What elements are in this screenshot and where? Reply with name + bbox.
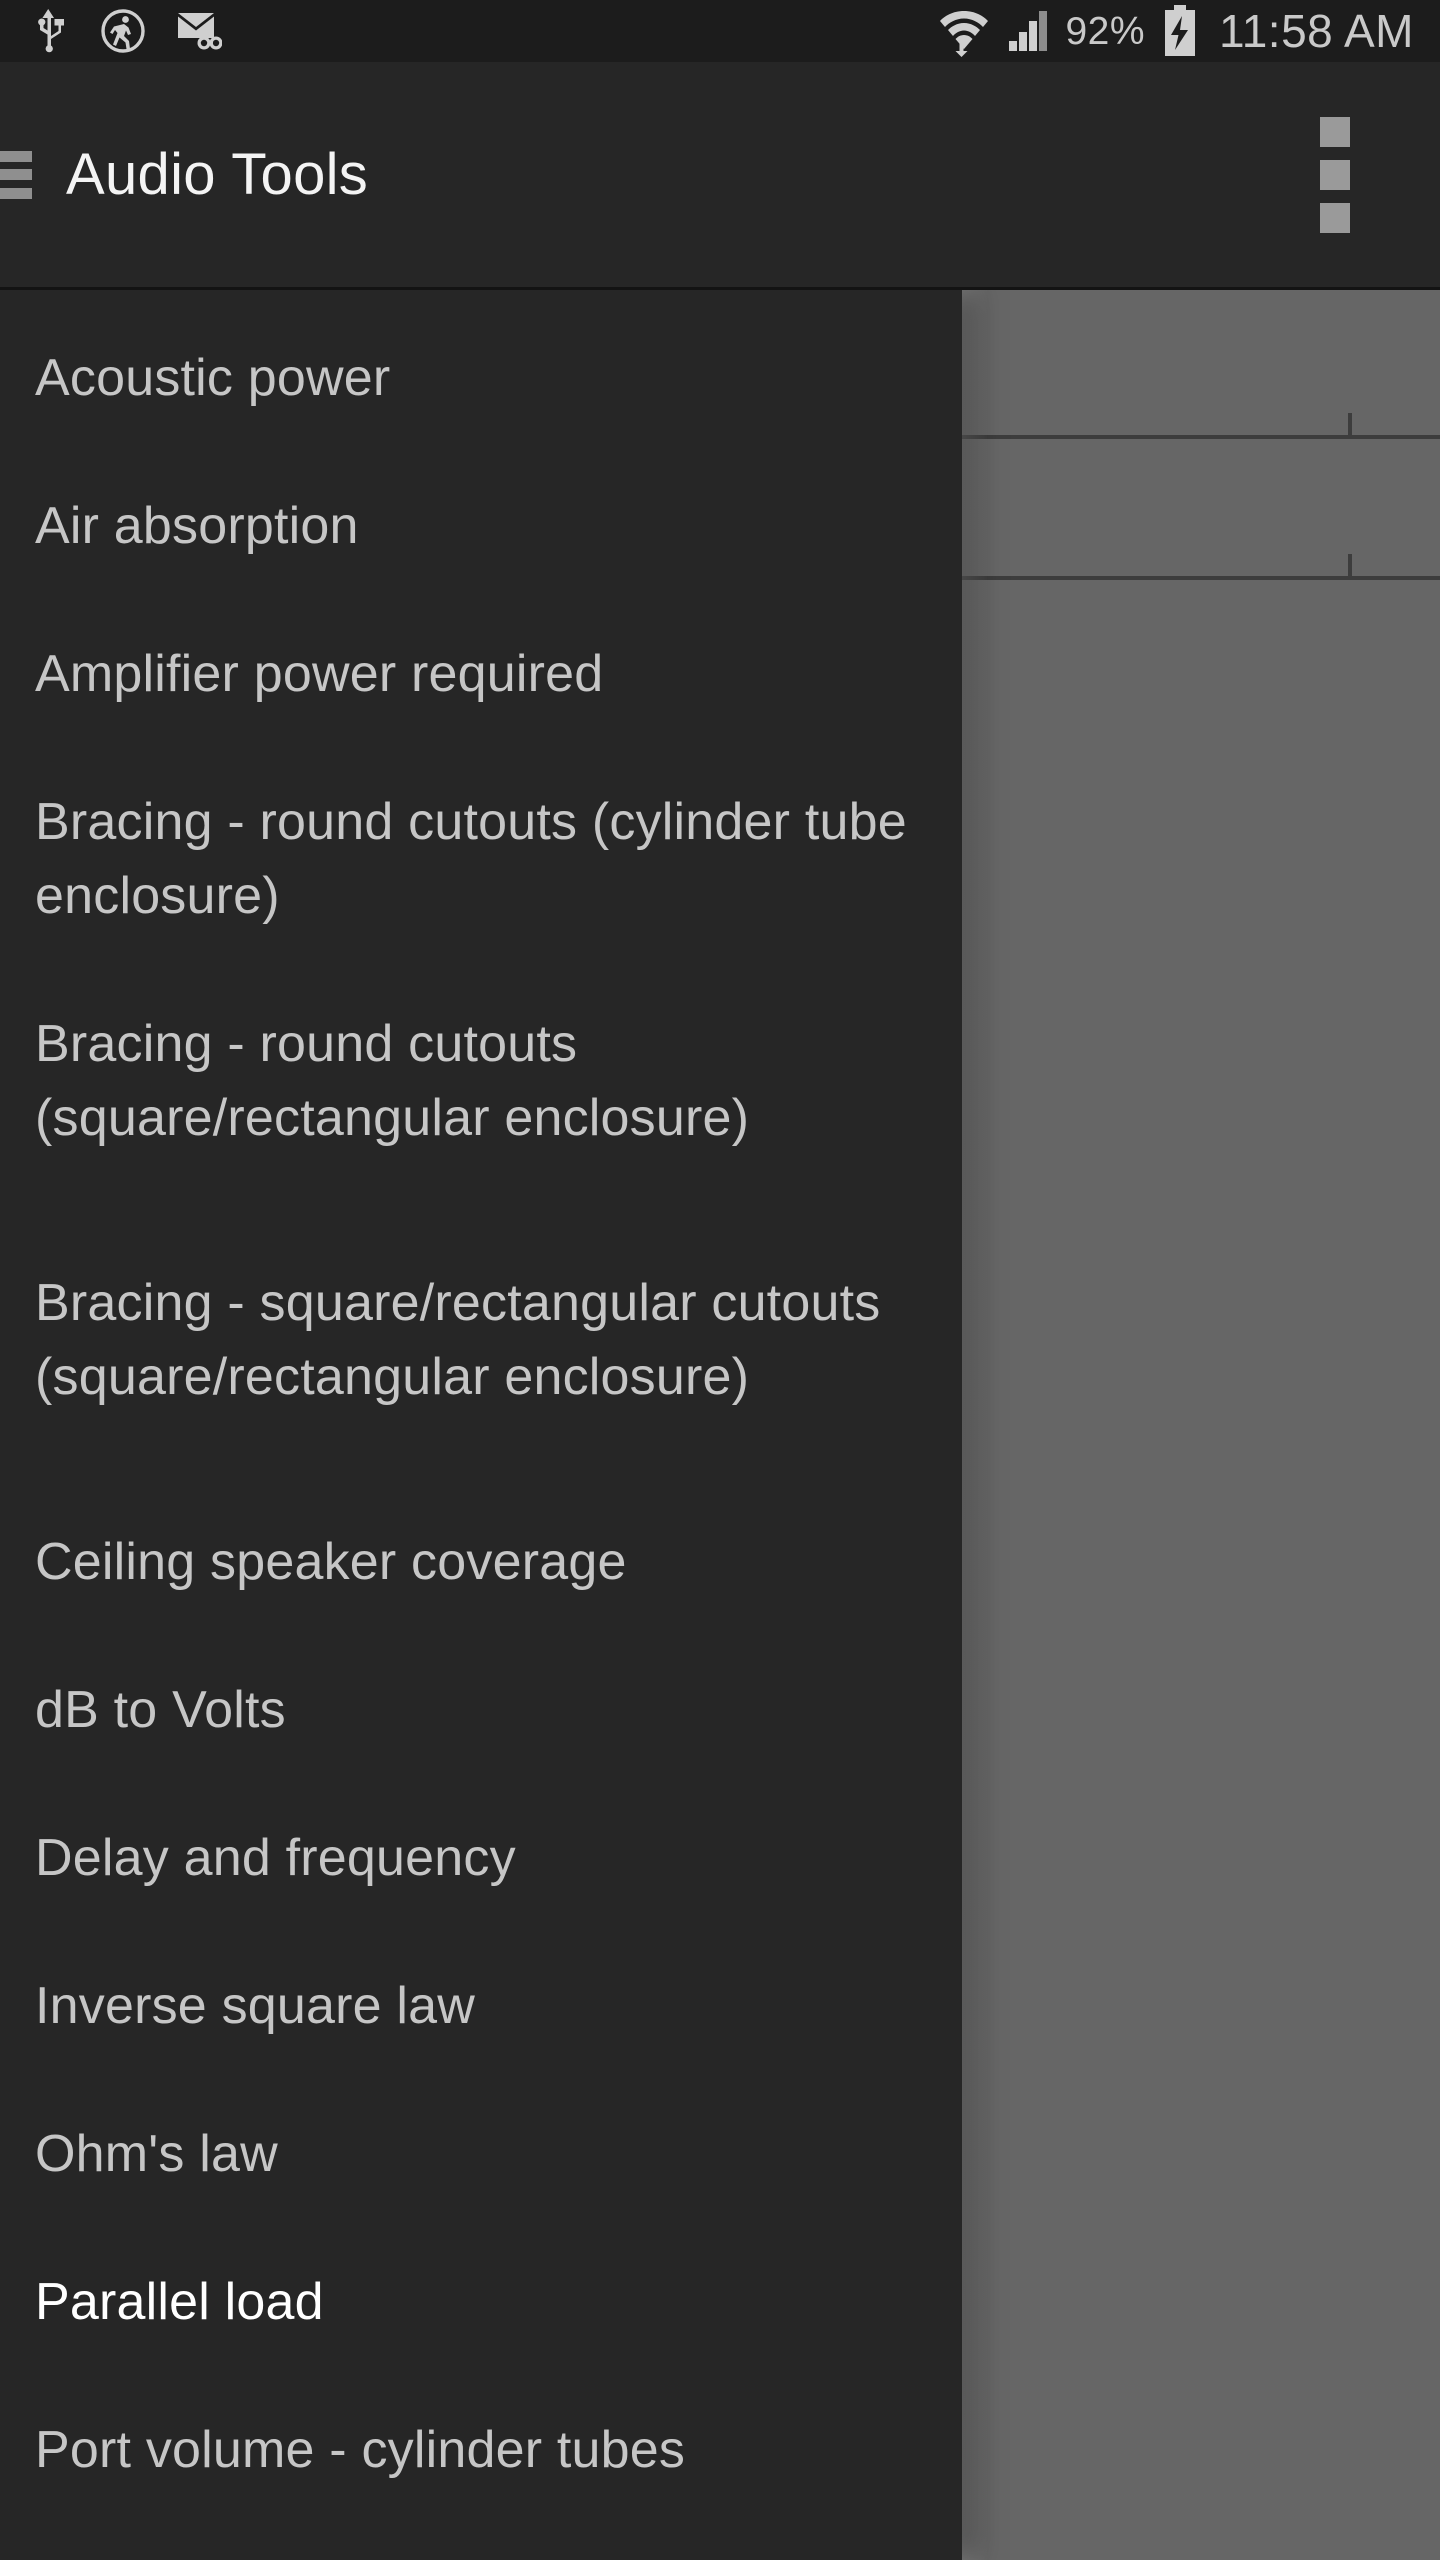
- drawer-item[interactable]: Parallel load: [0, 2228, 962, 2376]
- drawer-scrim[interactable]: [962, 290, 1440, 2560]
- drawer-item-label: Amplifier power required: [35, 645, 604, 703]
- drawer-item-label: dB to Volts: [35, 1681, 286, 1739]
- cellular-signal-icon: [1009, 11, 1048, 51]
- drawer-item[interactable]: Port volume - cylinder tubes: [0, 2376, 962, 2524]
- drawer-item-list: Acoustic power Air absorption Amplifier po…: [0, 290, 962, 2524]
- drawer-item[interactable]: Bracing - square/rectangular cutouts (sq…: [0, 1192, 962, 1488]
- drawer-item[interactable]: dB to Volts: [0, 1636, 962, 1784]
- pedometer-icon: [101, 9, 145, 53]
- drawer-item-label: Delay and frequency: [35, 1829, 516, 1887]
- drawer-item[interactable]: Delay and frequency: [0, 1784, 962, 1932]
- overflow-dot-2: [1320, 159, 1350, 190]
- drawer-item-label: Inverse square law: [35, 1977, 476, 2035]
- drawer-item[interactable]: Acoustic power: [0, 304, 962, 452]
- drawer-item[interactable]: Bracing - round cutouts (square/rectangu…: [0, 970, 962, 1192]
- drawer-item-label: Air absorption: [35, 497, 359, 555]
- wifi-data-transfer-icon: [940, 11, 989, 57]
- hamburger-bar-2: [0, 169, 32, 180]
- usb-icon: [38, 9, 64, 53]
- navigation-drawer: Acoustic power Air absorption Amplifier po…: [0, 290, 962, 2560]
- drawer-item[interactable]: Ceiling speaker coverage: [0, 1488, 962, 1636]
- overflow-dot-1: [1320, 116, 1350, 147]
- hamburger-menu-icon[interactable]: [0, 145, 44, 205]
- status-bar: 92% 11:58 AM: [0, 0, 1440, 62]
- drawer-item-label: Bracing - round cutouts (cylinder tube e…: [35, 793, 907, 925]
- drawer-item-label: Ceiling speaker coverage: [35, 1533, 627, 1591]
- drawer-item-label: Ohm's law: [35, 2125, 278, 2183]
- hamburger-bar-1: [0, 150, 32, 162]
- status-bar-left-icons: [30, 8, 222, 54]
- status-bar-right-indicators: 92% 11:58 AM: [937, 5, 1414, 57]
- overflow-dot-3: [1320, 202, 1350, 233]
- mail-icon: [178, 13, 222, 50]
- drawer-item-label: Parallel load: [35, 2273, 324, 2331]
- battery-percent-label: 92%: [1065, 9, 1146, 53]
- hamburger-bar-3: [0, 187, 32, 199]
- drawer-item-label: Acoustic power: [35, 349, 391, 407]
- app-title: Audio Tools: [66, 142, 369, 207]
- drawer-item[interactable]: Inverse square law: [0, 1932, 962, 2080]
- overflow-menu-icon[interactable]: [1318, 116, 1352, 233]
- drawer-item[interactable]: Amplifier power required: [0, 600, 962, 748]
- drawer-item-label: Bracing - round cutouts (square/rectangu…: [35, 1015, 750, 1147]
- drawer-item-label: Port volume - cylinder tubes: [35, 2421, 686, 2479]
- drawer-item[interactable]: Ohm's law: [0, 2080, 962, 2228]
- android-screen: 92% 11:58 AM Audio Tools al mono load: 0…: [0, 0, 1440, 2560]
- app-bar: Audio Tools: [0, 62, 1440, 290]
- drawer-item-label: Bracing - square/rectangular cutouts (sq…: [35, 1274, 881, 1406]
- drawer-item[interactable]: Bracing - round cutouts (cylinder tube e…: [0, 748, 962, 970]
- drawer-item[interactable]: Air absorption: [0, 452, 962, 600]
- clock-label: 11:58 AM: [1219, 5, 1414, 57]
- battery-charging-icon: [1165, 5, 1196, 56]
